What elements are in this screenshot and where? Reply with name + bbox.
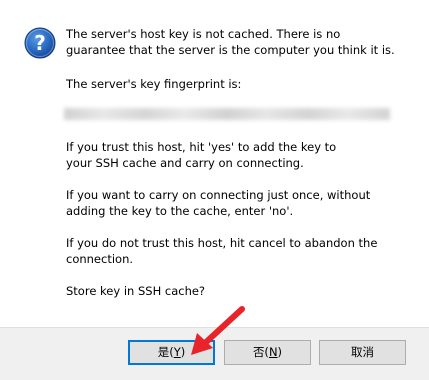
question-icon: ? bbox=[24, 27, 56, 59]
cancel-button[interactable]: 取消 bbox=[319, 340, 406, 365]
fingerprint-label: The server's key fingerprint is: bbox=[66, 77, 242, 91]
cancel-label: 取消 bbox=[351, 345, 374, 359]
no-mnemonic: N bbox=[268, 345, 278, 359]
ssh-security-alert-dialog: ? The server's host key is not cached. T… bbox=[0, 0, 429, 380]
message-line: adding the key to the cache, enter 'no'. bbox=[66, 204, 294, 218]
no-close: ) bbox=[277, 345, 283, 359]
message-line: If you want to carry on connecting just … bbox=[66, 188, 371, 202]
message-line: If you do not trust this host, hit cance… bbox=[66, 236, 378, 250]
prompt-question: Store key in SSH cache? bbox=[66, 284, 206, 298]
yes-button[interactable]: 是(Y) bbox=[128, 340, 215, 365]
message-line: guarantee that the server is the compute… bbox=[66, 43, 395, 57]
yes-label: 是( bbox=[157, 345, 174, 359]
message-line: The server's host key is not cached. The… bbox=[66, 27, 341, 41]
no-button[interactable]: 否(N) bbox=[224, 340, 311, 365]
yes-close: ) bbox=[180, 345, 186, 359]
dialog-content: ? The server's host key is not cached. T… bbox=[0, 0, 429, 327]
message-line: connection. bbox=[66, 252, 134, 266]
svg-text:?: ? bbox=[34, 31, 46, 55]
yes-mnemonic: Y bbox=[173, 345, 181, 359]
fingerprint-redacted bbox=[64, 108, 390, 120]
message-line: If you trust this host, hit 'yes' to add… bbox=[66, 140, 337, 154]
no-label: 否( bbox=[252, 345, 269, 359]
message-line: your SSH cache and carry on connecting. bbox=[66, 156, 304, 170]
